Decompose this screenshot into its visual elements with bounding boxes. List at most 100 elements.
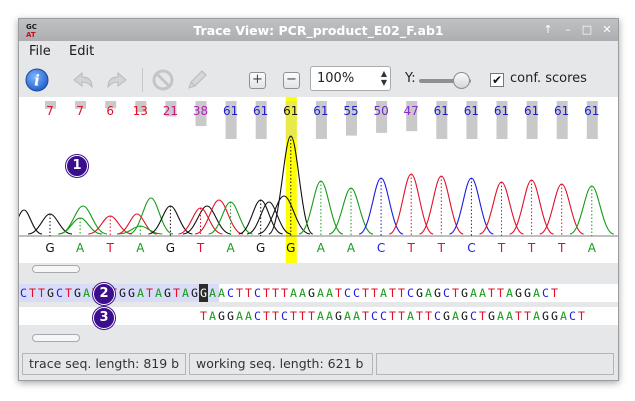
sequence-base[interactable]: A: [316, 284, 325, 302]
sequence-base[interactable]: T: [280, 284, 289, 302]
sequence-base[interactable]: T: [271, 307, 280, 325]
sequence-base[interactable]: T: [172, 284, 181, 302]
sequence-base[interactable]: T: [199, 307, 208, 325]
sequence-base[interactable]: G: [73, 284, 82, 302]
sequence-base[interactable]: T: [550, 284, 559, 302]
sequence-base[interactable]: T: [577, 307, 586, 325]
sequence-base[interactable]: T: [388, 307, 397, 325]
zoom-out-button[interactable]: −: [283, 72, 300, 89]
spin-arrows-icon[interactable]: ▲ ▼: [381, 69, 387, 87]
sequence-base[interactable]: G: [46, 284, 55, 302]
trace-scrollbar-thumb[interactable]: [32, 265, 80, 273]
sequence-base[interactable]: G: [190, 284, 199, 302]
zoom-in-button[interactable]: +: [249, 72, 266, 89]
sequence-base[interactable]: G: [226, 307, 235, 325]
sequence-base[interactable]: A: [478, 284, 487, 302]
sequence-base[interactable]: G: [217, 307, 226, 325]
conf-scores-label[interactable]: conf. scores: [510, 71, 587, 86]
sequence-base[interactable]: T: [514, 307, 523, 325]
sequence-base[interactable]: T: [289, 307, 298, 325]
menu-edit[interactable]: Edit: [69, 44, 94, 59]
sequence-base[interactable]: G: [163, 284, 172, 302]
sequence-base[interactable]: T: [235, 284, 244, 302]
sequence-base[interactable]: A: [181, 284, 190, 302]
maximize-button[interactable]: □: [580, 23, 594, 37]
sequence-base[interactable]: C: [253, 307, 262, 325]
minimize-button[interactable]: –: [561, 23, 575, 37]
sequence-base[interactable]: T: [361, 284, 370, 302]
sequence-base[interactable]: T: [523, 307, 532, 325]
sequence-base[interactable]: C: [379, 307, 388, 325]
sequence-base[interactable]: T: [397, 284, 406, 302]
sequence-base[interactable]: C: [469, 307, 478, 325]
sequence-base[interactable]: T: [415, 307, 424, 325]
sequence-base[interactable]: A: [451, 307, 460, 325]
sequence-base[interactable]: A: [325, 307, 334, 325]
sequence-base[interactable]: A: [235, 307, 244, 325]
sequence-base[interactable]: T: [298, 307, 307, 325]
sequence-base[interactable]: A: [406, 307, 415, 325]
sequence-base[interactable]: G: [127, 284, 136, 302]
sequence-base[interactable]: T: [370, 284, 379, 302]
sequence-base[interactable]: T: [307, 307, 316, 325]
sequence-base[interactable]: T: [451, 284, 460, 302]
sequence-base[interactable]: G: [118, 284, 127, 302]
sequence-base[interactable]: C: [19, 284, 28, 302]
chromatogram[interactable]: 7 7 6 13 21 38 61 61 61 61 55 50 47 61 61 61 61 61 61 G A T A G…: [19, 97, 618, 263]
keep-above-button[interactable]: ↑: [541, 23, 555, 37]
trace-horizontal-scrollbar[interactable]: [19, 263, 618, 275]
sequence-base[interactable]: G: [415, 284, 424, 302]
pencil-icon[interactable]: [185, 68, 209, 92]
trace-view-panel[interactable]: 7 7 6 13 21 38 61 61 61 61 55 50 47 61 61 61 61 61 61 G A T A G…: [19, 97, 618, 263]
sequence-base[interactable]: G: [334, 307, 343, 325]
sequence-horizontal-scrollbar[interactable]: [19, 332, 618, 344]
sequence-base[interactable]: T: [424, 307, 433, 325]
sequence-base[interactable]: C: [406, 284, 415, 302]
sequence-base[interactable]: A: [217, 284, 226, 302]
sequence-base[interactable]: C: [442, 284, 451, 302]
sequence-base[interactable]: C: [352, 284, 361, 302]
sequence-base[interactable]: G: [550, 307, 559, 325]
sequence-base[interactable]: A: [469, 284, 478, 302]
sequence-base[interactable]: G: [460, 307, 469, 325]
sequence-base[interactable]: C: [280, 307, 289, 325]
title-bar[interactable]: GC AT Trace View: PCR_product_E02_F.ab1 …: [19, 19, 618, 41]
conf-scores-checkbox[interactable]: ✔: [490, 73, 504, 87]
sequence-base[interactable]: A: [82, 284, 91, 302]
sequence-base[interactable]: A: [298, 284, 307, 302]
sequence-base[interactable]: T: [478, 307, 487, 325]
sequence-base[interactable]: G: [460, 284, 469, 302]
sequence-base[interactable]: A: [316, 307, 325, 325]
sequence-base[interactable]: T: [334, 284, 343, 302]
sequence-base[interactable]: T: [262, 284, 271, 302]
sequence-base[interactable]: T: [145, 284, 154, 302]
sequence-base[interactable]: A: [244, 307, 253, 325]
sequence-base[interactable]: A: [532, 307, 541, 325]
y-scale-slider-handle[interactable]: [452, 72, 470, 89]
sequence-base[interactable]: T: [271, 284, 280, 302]
sequence-base[interactable]: C: [568, 307, 577, 325]
sequence-base[interactable]: C: [253, 284, 262, 302]
redo-icon[interactable]: [105, 70, 129, 90]
sequence-base[interactable]: A: [136, 284, 145, 302]
sequence-base[interactable]: T: [28, 284, 37, 302]
sequence-base[interactable]: G: [514, 284, 523, 302]
menu-file[interactable]: File: [29, 44, 51, 59]
sequence-base[interactable]: A: [505, 284, 514, 302]
sequence-base[interactable]: A: [559, 307, 568, 325]
no-entry-icon[interactable]: [152, 69, 174, 91]
sequence-base[interactable]: G: [541, 307, 550, 325]
sequence-base[interactable]: T: [262, 307, 271, 325]
sequence-base[interactable]: T: [244, 284, 253, 302]
sequence-base[interactable]: C: [541, 284, 550, 302]
sequence-base[interactable]: C: [343, 284, 352, 302]
sequence-base[interactable]: G: [199, 284, 208, 302]
sequence-base[interactable]: T: [496, 284, 505, 302]
zoom-spinbox[interactable]: 100% ▲ ▼: [310, 66, 391, 91]
sequence-base[interactable]: A: [154, 284, 163, 302]
sequence-base[interactable]: T: [37, 284, 46, 302]
sequence-base[interactable]: C: [55, 284, 64, 302]
sequence-base[interactable]: A: [325, 284, 334, 302]
sequence-base[interactable]: A: [505, 307, 514, 325]
close-button[interactable]: ✕: [600, 23, 614, 37]
